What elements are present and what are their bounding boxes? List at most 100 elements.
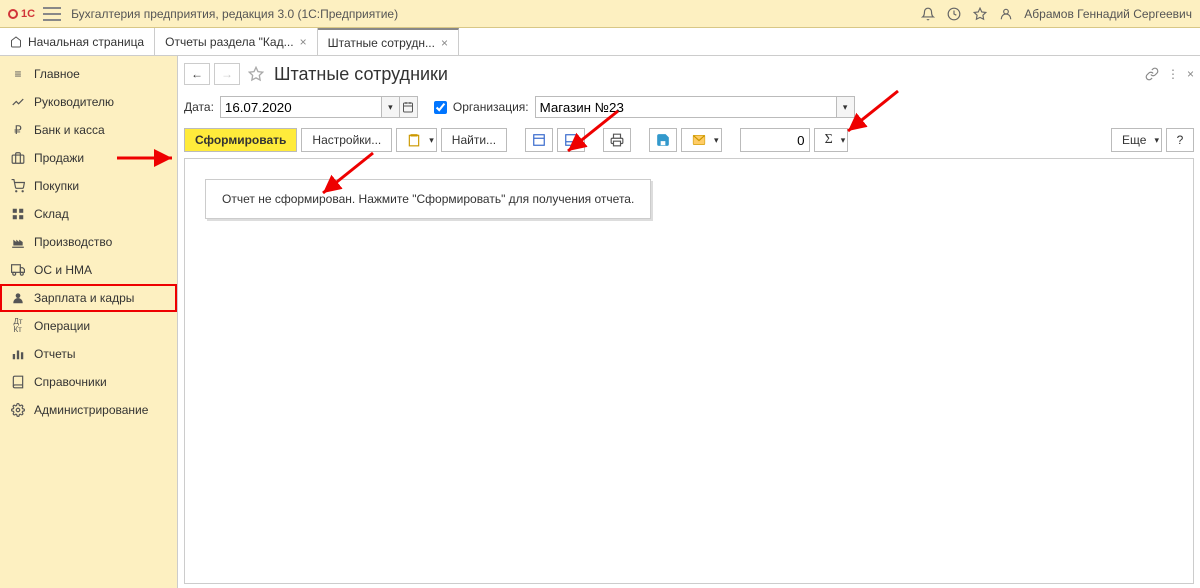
sidebar-item-admin[interactable]: Администрирование [0,396,177,424]
sidebar-item-label: Отчеты [34,347,75,361]
sidebar-item-warehouse[interactable]: Склад [0,200,177,228]
sigma-icon: Σ [825,132,833,148]
sidebar-item-catalogs[interactable]: Справочники [0,368,177,396]
chart-icon [10,94,26,110]
link-icon[interactable] [1145,67,1159,81]
truck-icon [10,262,26,278]
date-input[interactable] [221,97,381,117]
sidebar-item-label: Продажи [34,151,84,165]
close-page-icon[interactable]: × [1187,67,1194,81]
sidebar-item-assets[interactable]: ОС и НМА [0,256,177,284]
settings-button[interactable]: Настройки... [301,128,392,152]
sidebar-item-label: Руководителю [34,95,114,109]
sidebar-item-label: Банк и касса [34,123,105,137]
paste-button[interactable]: ▾ [396,128,437,152]
sidebar-item-main[interactable]: ≡ Главное [0,60,177,88]
back-button[interactable]: ← [184,63,210,85]
close-icon[interactable]: × [300,35,307,49]
sidebar-item-manager[interactable]: Руководителю [0,88,177,116]
expand-button[interactable] [525,128,553,152]
find-button[interactable]: Найти... [441,128,507,152]
bars-icon [10,346,26,362]
org-label: Организация: [453,100,529,114]
sidebar-item-label: Справочники [34,375,107,389]
more-button-label: Еще [1122,133,1146,147]
tab-reports-label: Отчеты раздела "Кад... [165,35,293,49]
menu-icon: ≡ [10,66,26,82]
chevron-down-icon: ▾ [429,135,434,146]
sidebar-item-label: Администрирование [34,403,148,417]
help-button-label: ? [1177,133,1184,147]
star-icon[interactable] [972,6,988,22]
main-content: ← → Штатные сотрудники ⋮ × Дата: ▾ [178,56,1200,588]
sidebar-item-label: ОС и НМА [34,263,92,277]
report-content: Отчет не сформирован. Нажмите "Сформиров… [184,158,1194,584]
generate-button[interactable]: Сформировать [184,128,297,152]
user-name[interactable]: Абрамов Геннадий Сергеевич [1024,7,1192,21]
help-button[interactable]: ? [1166,128,1194,152]
sidebar-item-purchases[interactable]: Покупки [0,172,177,200]
date-dropdown-button[interactable]: ▾ [381,97,399,117]
print-button[interactable] [603,128,631,152]
app-title: Бухгалтерия предприятия, редакция 3.0 (1… [71,7,398,21]
date-field-wrap: ▾ [220,96,418,118]
org-dropdown-button[interactable]: ▾ [836,97,854,117]
cart-icon [10,178,26,194]
user-icon[interactable] [998,6,1014,22]
find-button-label: Найти... [452,133,496,147]
book-icon [10,374,26,390]
paste-icon [407,133,421,147]
menu-icon[interactable] [43,7,61,21]
sum-button[interactable]: Σ ▾ [814,128,849,152]
tab-reports[interactable]: Отчеты раздела "Кад... × [155,28,318,55]
more-button[interactable]: Еще ▾ [1111,128,1162,152]
org-input[interactable] [536,97,836,117]
placeholder-message: Отчет не сформирован. Нажмите "Сформиров… [205,179,651,219]
chevron-down-icon: ▾ [1154,135,1159,146]
mail-icon [692,133,706,147]
settings-button-label: Настройки... [312,133,381,147]
sidebar-item-payroll[interactable]: Зарплата и кадры [0,284,177,312]
more-icon[interactable]: ⋮ [1167,67,1179,81]
boxes-icon [10,206,26,222]
chevron-down-icon: ▾ [841,135,846,146]
save-button[interactable] [649,128,677,152]
generate-button-label: Сформировать [195,133,286,147]
bell-icon[interactable] [920,6,936,22]
sidebar-item-label: Склад [34,207,69,221]
tabs-bar: Начальная страница Отчеты раздела "Кад..… [0,28,1200,56]
tab-home[interactable]: Начальная страница [0,28,155,55]
sidebar-item-sales[interactable]: Продажи [0,144,177,172]
ruble-icon: ₽ [10,122,26,138]
email-button[interactable]: ▾ [681,128,722,152]
dtkt-icon: ДтКт [10,318,26,334]
favorite-icon[interactable] [248,66,264,82]
page-title: Штатные сотрудники [274,64,448,85]
sidebar-item-label: Покупки [34,179,79,193]
history-icon[interactable] [946,6,962,22]
app-header: 1С Бухгалтерия предприятия, редакция 3.0… [0,0,1200,28]
forward-button[interactable]: → [214,63,240,85]
gear-icon [10,402,26,418]
collapse-button[interactable] [557,128,585,152]
factory-icon [10,234,26,250]
date-label: Дата: [184,100,214,114]
home-icon [10,36,22,48]
briefcase-icon [10,150,26,166]
org-field-wrap: ▾ [535,96,855,118]
sidebar-item-reports[interactable]: Отчеты [0,340,177,368]
chevron-down-icon: ▾ [714,135,719,146]
sidebar-item-production[interactable]: Производство [0,228,177,256]
logo-1c: 1С [8,8,35,20]
tab-home-label: Начальная страница [28,35,144,49]
sidebar-item-label: Главное [34,67,80,81]
person-icon [10,290,26,306]
tab-staff[interactable]: Штатные сотрудн... × [318,28,459,55]
sidebar-item-operations[interactable]: ДтКт Операции [0,312,177,340]
calendar-button[interactable] [399,97,417,117]
sidebar-item-label: Производство [34,235,112,249]
number-input[interactable] [740,128,810,152]
sidebar-item-bank[interactable]: ₽ Банк и касса [0,116,177,144]
close-icon[interactable]: × [441,36,448,50]
org-checkbox[interactable] [434,101,447,114]
